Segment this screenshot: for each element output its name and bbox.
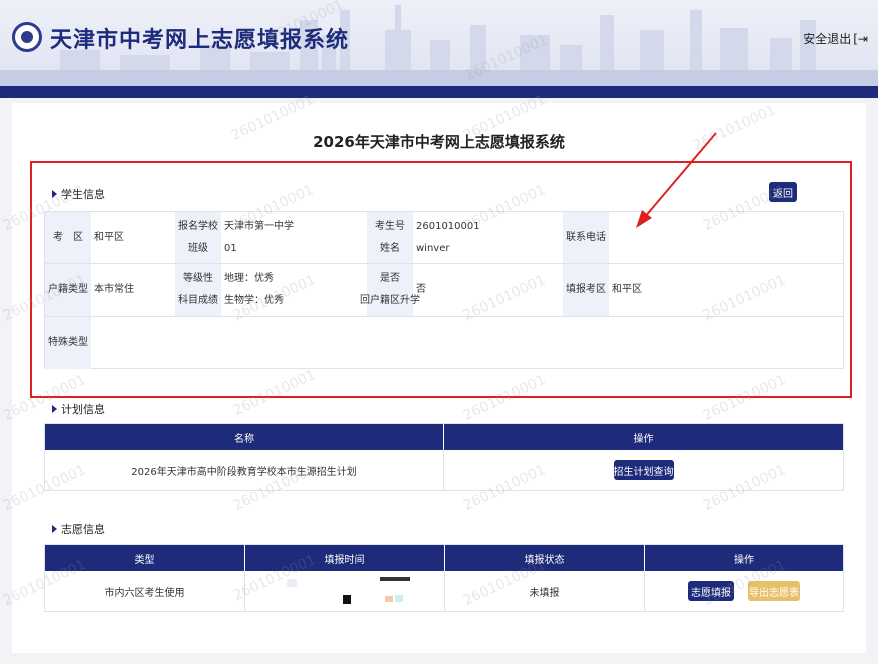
- plan-section-title: 计划信息: [61, 403, 105, 416]
- class-label: 班级: [188, 242, 208, 254]
- page-title: 2026年天津市中考网上志愿填报系统: [313, 133, 565, 151]
- site-title: 天津市中考网上志愿填报系统: [50, 28, 350, 53]
- return-label-line1: 是否: [380, 273, 400, 284]
- triangle-icon: [52, 405, 57, 413]
- info-row: 特殊类型: [45, 317, 843, 369]
- info-row: 户籍类型 本市常住 等级性 科目成绩 地理：优秀 生物学：优秀 是否 回户籍区升…: [45, 264, 843, 317]
- fill-district-label: 填报考区: [563, 264, 609, 316]
- grade-label-line1: 等级性: [183, 273, 213, 284]
- wish-section-title: 志愿信息: [61, 523, 105, 536]
- wish-col-status: 填报状态: [445, 545, 645, 571]
- grade-label: 等级性 科目成绩: [175, 264, 221, 316]
- name-label: 姓名: [380, 242, 400, 254]
- plan-section-heading: 计划信息: [52, 401, 105, 417]
- student-section-title: 学生信息: [61, 188, 105, 201]
- wish-time-cell: [245, 571, 445, 611]
- school-class-values: 天津市第一中学 01: [221, 212, 367, 263]
- exam-no-value: 2601010001: [416, 220, 480, 232]
- phone-label: 联系电话: [563, 212, 609, 263]
- school-label: 报名学校: [178, 220, 218, 232]
- examno-name-values: 2601010001 winver: [413, 212, 563, 263]
- grade-values: 地理：优秀 生物学：优秀: [221, 264, 367, 316]
- wish-col-action: 操作: [645, 545, 843, 571]
- special-value: [91, 317, 843, 369]
- district-value: 和平区: [94, 231, 124, 243]
- plan-col-name: 名称: [45, 424, 444, 450]
- student-section-heading: 学生信息: [52, 186, 105, 202]
- return-label: 是否 回户籍区升学: [360, 264, 420, 316]
- student-info-table: 考 区 和平区 报名学校 班级 天津市第一中学 01 考生号 姓名 260101…: [44, 211, 844, 369]
- site-logo: [12, 22, 42, 52]
- phone-value: [609, 212, 843, 263]
- logout-label: 安全退出: [803, 32, 852, 46]
- fill-district-value: 和平区: [612, 284, 642, 295]
- plan-name-cell: 2026年天津市高中阶段教育学校本市生源招生计划: [45, 450, 444, 490]
- school-class-labels: 报名学校 班级: [175, 212, 221, 263]
- redacted-time-mosaic: [287, 577, 410, 604]
- grade-geography: 地理：优秀: [224, 273, 274, 284]
- site-header: 天津市中考网上志愿填报系统 安全退出 [⇥: [0, 0, 878, 86]
- triangle-icon: [52, 525, 57, 533]
- export-wish-button[interactable]: 导出志愿表: [748, 581, 800, 601]
- return-label-line2: 回户籍区升学: [360, 295, 420, 306]
- district-label: 考 区: [45, 212, 91, 263]
- wish-status-cell: 未填报: [445, 571, 645, 611]
- hukou-label: 户籍类型: [45, 264, 91, 316]
- info-row: 考 区 和平区 报名学校 班级 天津市第一中学 01 考生号 姓名 260101…: [45, 212, 843, 264]
- plan-query-button[interactable]: 招生计划查询: [613, 460, 674, 480]
- wish-action-cell: 志愿填报 导出志愿表: [645, 571, 843, 611]
- header-band: [0, 86, 878, 98]
- wish-col-type: 类型: [45, 545, 245, 571]
- wish-fill-button[interactable]: 志愿填报: [688, 581, 734, 601]
- plan-col-action: 操作: [444, 424, 843, 450]
- grade-label-line2: 科目成绩: [178, 295, 218, 306]
- class-value: 01: [224, 242, 237, 254]
- wish-table: 类型 填报时间 填报状态 操作 市内六区考生使用 未填报 志愿填报 导出志愿表: [44, 544, 844, 612]
- return-value: 否: [416, 284, 426, 295]
- wish-type-cell: 市内六区考生使用: [45, 571, 245, 611]
- grade-biology: 生物学：优秀: [224, 295, 284, 306]
- back-button[interactable]: 返回: [769, 182, 797, 202]
- logout-icon: [⇥: [853, 31, 868, 46]
- name-value: winver: [416, 242, 450, 254]
- wish-col-time: 填报时间: [245, 545, 445, 571]
- wish-section-heading: 志愿信息: [52, 521, 105, 537]
- hukou-value: 本市常住: [94, 284, 134, 295]
- main-card: 2026年天津市中考网上志愿填报系统 学生信息 返回 考 区 和平区 报名学校 …: [12, 103, 866, 653]
- plan-table: 名称 操作 2026年天津市高中阶段教育学校本市生源招生计划 招生计划查询: [44, 423, 844, 491]
- school-value: 天津市第一中学: [224, 220, 294, 232]
- exam-no-label: 考生号: [375, 220, 405, 232]
- triangle-icon: [52, 190, 57, 198]
- plan-action-cell: 招生计划查询: [444, 450, 843, 490]
- examno-name-labels: 考生号 姓名: [367, 212, 413, 263]
- special-label: 特殊类型: [45, 317, 91, 369]
- logout-button[interactable]: 安全退出 [⇥: [803, 30, 868, 47]
